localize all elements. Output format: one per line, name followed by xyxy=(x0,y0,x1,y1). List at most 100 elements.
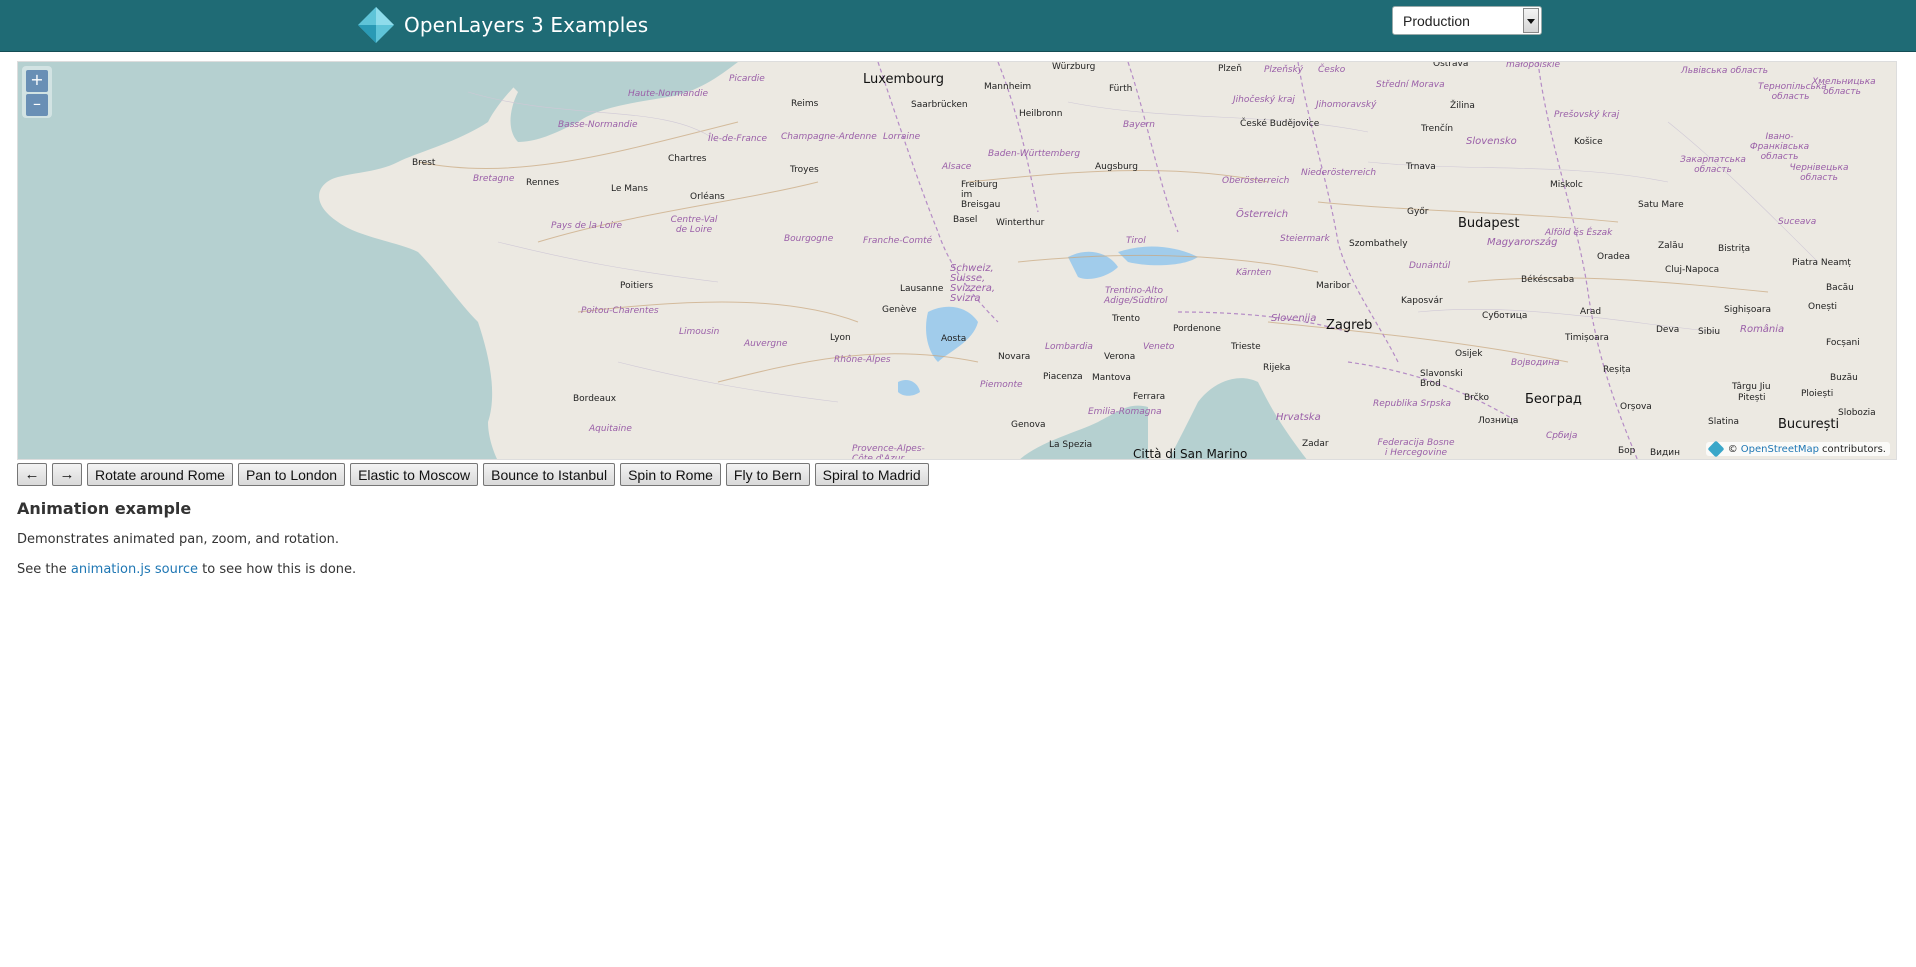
map-label-region: Slovenija xyxy=(1271,313,1317,324)
map-viewport[interactable]: Luxembourg Budapest Zagreb Београд Bucur… xyxy=(17,61,1897,460)
map-label-city: Суботица xyxy=(1482,311,1528,321)
map-label-region: Tirol xyxy=(1126,236,1146,246)
bounce-to-istanbul-button[interactable]: Bounce to Istanbul xyxy=(483,463,616,486)
map-label-city: Saarbrücken xyxy=(911,100,968,110)
map-label-region: Jihomoravský xyxy=(1316,100,1377,110)
zoom-out-button[interactable]: – xyxy=(26,94,48,116)
map-label-city: Košice xyxy=(1574,137,1603,147)
map-label-region: Magyarország xyxy=(1487,237,1558,248)
map-label-city: Città di San Marino xyxy=(1133,447,1248,460)
map-label-region: Piemonte xyxy=(980,380,1023,390)
map-label-city: Târgu Jiu xyxy=(1732,382,1771,392)
map-label-region: Hrvatska xyxy=(1276,412,1321,423)
zoom-in-button[interactable]: + xyxy=(26,70,48,92)
map-label-city: Бор xyxy=(1618,446,1636,456)
mode-select-value: Production xyxy=(1403,12,1470,29)
copyright-symbol: © xyxy=(1727,443,1738,455)
map-label-city: Mantova xyxy=(1092,373,1131,383)
map-label-region: Чернівецька область xyxy=(1789,163,1849,183)
map-label-region: Haute-Normandie xyxy=(628,89,708,99)
chevron-down-icon[interactable] xyxy=(1523,8,1539,33)
source-prefix: See the xyxy=(17,562,67,577)
map-label-region: Plzeňský xyxy=(1264,65,1304,75)
map-label-city: Cluj-Napoca xyxy=(1665,265,1720,275)
map-label-region: Војводина xyxy=(1511,358,1560,368)
example-title: Animation example xyxy=(17,499,192,518)
map-label-city: Ostrava xyxy=(1433,61,1469,69)
fly-to-bern-button[interactable]: Fly to Bern xyxy=(725,463,810,486)
map-label-region: Republika Srpska xyxy=(1373,399,1452,409)
map-label-city: Ploiești xyxy=(1801,389,1834,399)
map-label-region: Prešovský kraj xyxy=(1554,110,1620,120)
map-label-region: Alsace xyxy=(942,162,972,172)
openlayers-logo-icon[interactable] xyxy=(1707,440,1725,458)
map-label-region: Alföld és Észak xyxy=(1545,228,1613,238)
map-label-city: Orléans xyxy=(690,192,725,202)
map-label-city: Lyon xyxy=(830,333,851,343)
map-label-city: Rijeka xyxy=(1263,363,1291,373)
map-label-city: Winterthur xyxy=(996,218,1045,228)
map-label-city: Freiburg im Breisgau xyxy=(961,180,1001,210)
map-label-city: Miskolc xyxy=(1550,180,1583,190)
map-label-region: Закарпатська область xyxy=(1680,155,1746,175)
map-label-city: Београд xyxy=(1525,392,1582,407)
map-label-region: Champagne-Ardenne xyxy=(781,132,877,142)
map-label-region: Picardie xyxy=(729,74,765,84)
map-label-city: Maribor xyxy=(1316,281,1351,291)
map-label-region: Provence-Alpes-Côte d'Azur xyxy=(852,444,925,460)
map-label-city: Genova xyxy=(1011,420,1046,430)
source-link[interactable]: animation.js source xyxy=(71,562,198,577)
mode-select[interactable]: Production xyxy=(1392,6,1542,35)
map-label-region: Bretagne xyxy=(473,174,515,184)
map-label-city: Slatina xyxy=(1708,417,1739,427)
rotate-left-button[interactable]: ← xyxy=(17,463,47,486)
map-label-city: Rennes xyxy=(526,178,560,188)
map-label-city: Trieste xyxy=(1231,342,1261,352)
map-label-region: Trentino-Alto Adige/Südtirol xyxy=(1104,286,1168,306)
map-label-city: Verona xyxy=(1104,352,1136,362)
map-label-city: Würzburg xyxy=(1052,62,1096,72)
map-label-city: Brest xyxy=(412,158,436,168)
map-label-region: Lorraine xyxy=(883,132,921,142)
pan-to-london-button[interactable]: Pan to London xyxy=(237,463,346,486)
map-label-city: Видин xyxy=(1650,448,1680,458)
map-label-region: Basse-Normandie xyxy=(558,120,638,130)
map-label-city: Békéscsaba xyxy=(1521,275,1575,285)
map-label-city: Chartres xyxy=(668,154,707,164)
map-label-region: Franche-Comté xyxy=(863,236,933,246)
map-label-city: Sighișoara xyxy=(1724,305,1772,315)
map-label-city: Novara xyxy=(998,352,1031,362)
map-label-city: Zagreb xyxy=(1326,318,1373,333)
map-label-region: Хмельницька область xyxy=(1812,77,1876,97)
map-label-city: Aosta xyxy=(941,334,967,344)
map-label-city: Bistrița xyxy=(1718,244,1751,254)
source-suffix: to see how this is done. xyxy=(202,562,357,577)
openstreetmap-link[interactable]: OpenStreetMap xyxy=(1741,444,1819,455)
rotate-around-rome-button[interactable]: Rotate around Rome xyxy=(87,463,233,486)
map-label-region: Österreich xyxy=(1236,209,1289,220)
map-label-region: Jihočeský kraj xyxy=(1233,95,1295,105)
map-label-city: Le Mans xyxy=(611,184,648,194)
map-label-region: Poitou-Charentes xyxy=(581,306,659,316)
map-label-region: Veneto xyxy=(1143,342,1175,352)
map-label-city: București xyxy=(1778,417,1840,432)
map-label-city: Reims xyxy=(791,99,819,109)
brand-link[interactable]: OpenLayers 3 Examples xyxy=(356,6,648,44)
map-label-region: Львівська область xyxy=(1681,66,1769,76)
map-label-city: Heilbronn xyxy=(1019,109,1063,119)
elastic-to-moscow-button[interactable]: Elastic to Moscow xyxy=(350,463,479,486)
map-label-city: Лозница xyxy=(1478,416,1519,426)
map-label-region: Србија xyxy=(1546,431,1578,441)
map-label-city: Onești xyxy=(1808,302,1838,312)
rotate-right-button[interactable]: → xyxy=(52,463,82,486)
spiral-to-madrid-button[interactable]: Spiral to Madrid xyxy=(814,463,929,486)
spin-to-rome-button[interactable]: Spin to Rome xyxy=(620,463,721,486)
map-label-city: Plzeň xyxy=(1218,64,1242,74)
map-label-region: Kärnten xyxy=(1236,268,1272,278)
map-label-region: Střední Morava xyxy=(1376,80,1445,90)
map-label-region: Limousin xyxy=(679,327,720,337)
map-label-city: Pitești xyxy=(1738,393,1766,403)
header-bar: OpenLayers 3 Examples Production xyxy=(0,0,1916,52)
zoom-control: + – xyxy=(22,66,52,118)
map-label-city: Augsburg xyxy=(1095,162,1138,172)
